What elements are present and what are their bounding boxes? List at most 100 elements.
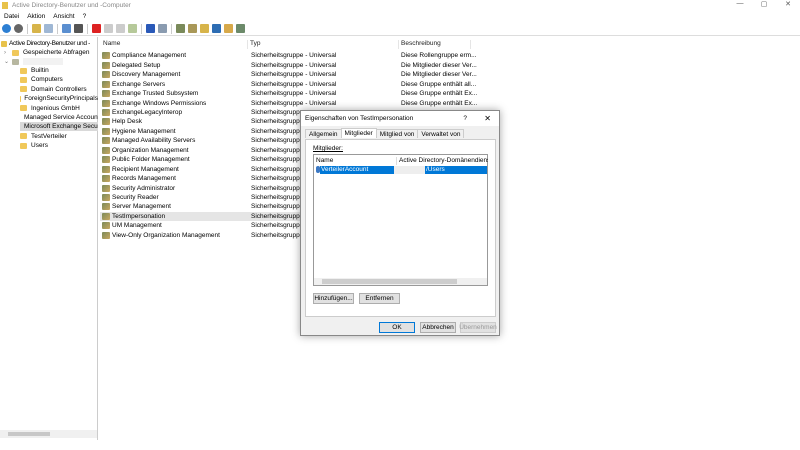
tree-item[interactable]: ›ForeignSecurityPrincipals <box>20 94 98 103</box>
app-icon <box>2 2 8 9</box>
group-icon <box>102 165 110 173</box>
help-icon[interactable] <box>146 24 155 33</box>
tree-saved-queries[interactable]: › Gespeicherte Abfragen <box>4 48 90 57</box>
member-name: VerteilerAccount <box>321 166 369 173</box>
group-icon <box>102 71 110 79</box>
dialog-title: Eigenschaften von TestImpersonation <box>305 115 414 122</box>
group-icon <box>102 156 110 164</box>
group-icon <box>102 175 110 183</box>
table-row[interactable]: Discovery Management Sicherheitsgruppe - … <box>100 70 477 80</box>
group-icon <box>102 222 110 230</box>
console-tree: Active Directory-Benutzer und - › Gespeic… <box>0 37 98 440</box>
tree-item[interactable]: ›Users <box>20 141 98 150</box>
table-row[interactable]: Exchange Windows Permissions Sicherheitsg… <box>100 98 477 108</box>
row-name: Records Management <box>112 175 176 183</box>
row-type: Sicherheitsgruppe <box>251 231 304 239</box>
row-type: Sicherheitsgruppe <box>251 118 304 126</box>
ok-button[interactable]: OK <box>379 322 415 333</box>
export-icon[interactable] <box>128 24 137 33</box>
member-row[interactable]: VerteilerAccount /Users <box>320 166 487 174</box>
table-row[interactable]: Exchange Servers Sicherheitsgruppe - Univ… <box>100 79 476 89</box>
new-user-icon[interactable] <box>176 24 185 33</box>
tree-domain[interactable]: ⌄ <box>4 57 63 66</box>
tree-item[interactable]: Ingenious GmbH <box>20 104 98 113</box>
tab-mitglieder[interactable]: Mitglieder <box>340 128 377 138</box>
row-name: Server Management <box>112 203 171 211</box>
members-list[interactable]: Name Active Directory-Domänendienste-Ord… <box>313 154 488 286</box>
new-group-icon[interactable] <box>188 24 197 33</box>
tree-item[interactable]: ›Managed Service Accounts <box>20 113 98 122</box>
tree-item[interactable]: ›Microsoft Exchange Security Groups <box>20 122 98 132</box>
forward-icon[interactable] <box>14 24 23 33</box>
folder-icon <box>20 86 27 93</box>
cut-icon[interactable] <box>62 24 71 33</box>
remove-button[interactable]: Entfernen <box>359 293 400 304</box>
cancel-button[interactable]: Abbrechen <box>420 322 456 333</box>
tree-label: ForeignSecurityPrincipals <box>24 95 98 103</box>
column-header-description[interactable]: Beschreibung <box>401 40 471 49</box>
tab-verwaltet-von[interactable]: Verwaltet von <box>417 129 465 138</box>
find-icon[interactable] <box>224 24 233 33</box>
apply-button[interactable]: Übernehmen <box>459 322 497 333</box>
tree-item[interactable]: ›TestVerteiler <box>20 132 98 141</box>
menu-aktion[interactable]: Aktion <box>27 13 45 20</box>
tab-mitglied-von[interactable]: Mitglied von <box>375 129 419 138</box>
tree-root[interactable]: Active Directory-Benutzer und - <box>1 39 90 48</box>
properties-icon[interactable] <box>104 24 113 33</box>
tree-item[interactable]: ›Builtin <box>20 66 98 75</box>
table-row[interactable]: Compliance Management Sicherheitsgruppe -… <box>100 51 477 61</box>
clipboard-icon[interactable] <box>74 24 83 33</box>
folder-icon <box>20 76 27 83</box>
row-name: Compliance Management <box>112 52 187 60</box>
folder-icon <box>20 67 27 74</box>
group-icon <box>102 90 110 98</box>
tree-label: Builtin <box>31 67 49 74</box>
group-icon <box>102 231 110 239</box>
table-row[interactable]: TestImpersonation Sicherheitsgruppe <box>100 211 303 222</box>
column-header-type[interactable]: Typ <box>250 40 399 49</box>
members-horizontal-scrollbar[interactable] <box>314 278 487 285</box>
row-name: View-Only Organization Management <box>112 231 220 239</box>
menu-help[interactable]: ? <box>83 13 87 20</box>
members-column-name[interactable]: Name <box>316 157 333 165</box>
title-bar: Active Directory-Benutzer und -Computer … <box>0 0 800 11</box>
dialog-title-bar: Eigenschaften von TestImpersonation ? ✕ <box>301 111 499 126</box>
root-icon <box>1 40 7 47</box>
back-icon[interactable] <box>2 24 11 33</box>
row-name: Exchange Servers <box>112 80 166 88</box>
new-ou-icon[interactable] <box>200 24 209 33</box>
folder-icon <box>20 133 27 140</box>
row-type: Sicherheitsgruppe <box>251 127 304 135</box>
tree-item[interactable]: ›Computers <box>20 75 98 84</box>
group-icon <box>102 99 110 107</box>
maximize-button[interactable]: ▢ <box>752 0 776 8</box>
group-icon <box>102 212 110 220</box>
table-row[interactable]: Delegated Setup Sicherheitsgruppe - Unive… <box>100 60 477 70</box>
table-row[interactable]: Exchange Trusted Subsystem Sicherheitsgru… <box>100 89 477 99</box>
add-to-group-icon[interactable] <box>236 24 245 33</box>
row-description: Diese Gruppe enthält Ex... <box>401 99 478 107</box>
add-button[interactable]: Hinzufügen... <box>313 293 354 304</box>
minimize-button[interactable]: — <box>728 0 752 8</box>
tab-allgemein[interactable]: Allgemein <box>305 129 342 138</box>
menu-datei[interactable]: Datei <box>4 13 19 20</box>
row-name: Security Reader <box>112 194 159 201</box>
dialog-help-button[interactable]: ? <box>463 115 467 122</box>
group-icon <box>102 118 110 126</box>
close-button[interactable]: ✕ <box>776 0 800 8</box>
column-header-name[interactable]: Name <box>103 40 248 49</box>
up-folder-icon[interactable] <box>32 24 41 33</box>
row-name: Help Desk <box>112 118 142 126</box>
group-icon <box>102 194 110 201</box>
menu-ansicht[interactable]: Ansicht <box>53 13 74 20</box>
delete-icon[interactable] <box>92 24 101 33</box>
refresh-icon[interactable] <box>116 24 125 33</box>
members-column-folder[interactable]: Active Directory-Domänendienste-Ordn <box>396 157 488 165</box>
dialog-close-button[interactable]: ✕ <box>484 114 491 123</box>
group-icon <box>102 61 110 69</box>
tree-item[interactable]: ›Domain Controllers <box>20 85 98 94</box>
console-icon[interactable] <box>158 24 167 33</box>
filter-icon[interactable] <box>212 24 221 33</box>
show-tree-icon[interactable] <box>44 24 53 33</box>
group-icon <box>102 203 110 211</box>
